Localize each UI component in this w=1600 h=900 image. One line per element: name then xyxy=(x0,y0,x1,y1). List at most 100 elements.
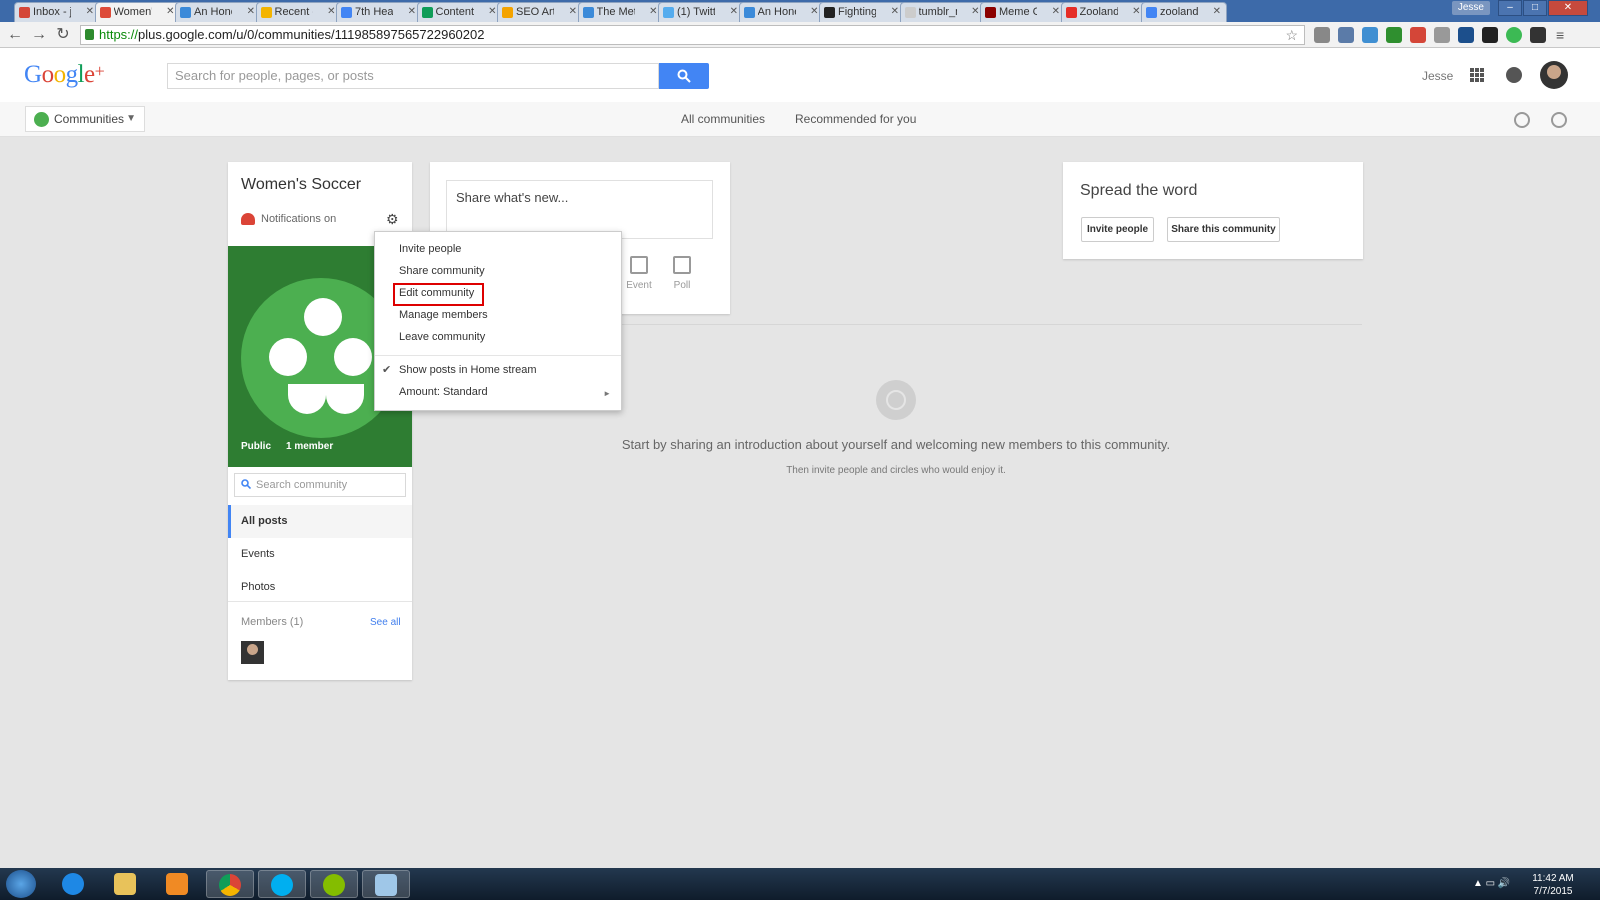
poll-tool[interactable]: Poll xyxy=(667,256,697,291)
browser-tab[interactable]: 7th Heaven ✕ xyxy=(336,2,422,22)
member-count-link[interactable]: 1 member xyxy=(286,441,333,452)
see-all-link[interactable]: See all xyxy=(370,617,401,628)
community-title: Women's Soccer xyxy=(241,176,362,193)
taskbar-spotify[interactable] xyxy=(310,870,358,898)
back-arrow-icon[interactable]: ← xyxy=(6,26,24,44)
tab-close-icon[interactable]: ✕ xyxy=(86,3,94,21)
notifications-toggle[interactable]: Notifications on xyxy=(241,213,336,225)
bell-icon xyxy=(241,213,255,225)
apps-grid-icon[interactable] xyxy=(1470,68,1484,82)
member-avatar[interactable] xyxy=(241,641,264,664)
chrome-menu-icon[interactable]: ≡ xyxy=(1556,27,1572,43)
checkmark-icon: ✔ xyxy=(382,364,392,376)
tab-favicon-icon xyxy=(1146,7,1157,18)
address-bar[interactable]: https://plus.google.com/u/0/communities/… xyxy=(80,25,1305,45)
browser-tab[interactable]: Inbox - jstr ✕ xyxy=(14,2,100,22)
tab-close-icon[interactable]: ✕ xyxy=(971,3,979,21)
create-community-icon[interactable] xyxy=(1514,112,1530,128)
taskbar-skype[interactable] xyxy=(258,870,306,898)
menu-divider xyxy=(375,355,621,356)
tab-title: Recent - Go xyxy=(274,6,313,18)
nav-events[interactable]: Events xyxy=(228,538,412,571)
menu-item-share-community[interactable]: Share community xyxy=(399,265,485,277)
minimize-button[interactable]: – xyxy=(1498,0,1522,16)
extension-link-icon[interactable] xyxy=(1362,27,1378,43)
menu-item-leave-community[interactable]: Leave community xyxy=(399,331,485,343)
extension-gmail-icon[interactable] xyxy=(1410,27,1426,43)
reload-icon[interactable]: ↻ xyxy=(54,26,72,44)
browser-tab[interactable]: The Meta R ✕ xyxy=(577,2,664,22)
taskbar-explorer[interactable] xyxy=(102,870,150,898)
extension-search-icon[interactable] xyxy=(1338,27,1354,43)
tab-close-icon[interactable]: ✕ xyxy=(408,3,416,21)
tab-close-icon[interactable]: ✕ xyxy=(569,3,577,21)
taskbar-ie[interactable] xyxy=(50,870,98,898)
tab-close-icon[interactable]: ✕ xyxy=(1213,3,1221,21)
tab-all-communities[interactable]: All communities xyxy=(681,112,765,126)
bookmark-star-icon[interactable]: ☆ xyxy=(1285,26,1298,44)
nav-all-posts[interactable]: All posts xyxy=(228,505,412,538)
tab-recommended[interactable]: Recommended for you xyxy=(795,112,916,126)
forward-arrow-icon[interactable]: → xyxy=(30,26,48,44)
tab-close-icon[interactable]: ✕ xyxy=(166,3,174,21)
share-community-button[interactable]: Share this community xyxy=(1167,217,1280,242)
username-link[interactable]: Jesse xyxy=(1422,69,1453,83)
extension-timer-icon[interactable] xyxy=(1314,27,1330,43)
extension-download-icon[interactable] xyxy=(1386,27,1402,43)
browser-tab[interactable]: (1) Twitter ✕ xyxy=(658,2,744,22)
empty-state-subtext: Then invite people and circles who would… xyxy=(786,465,1006,476)
search-input[interactable]: Search for people, pages, or posts xyxy=(167,63,659,89)
browser-tab[interactable]: SEO Article ✕ xyxy=(497,2,583,22)
browser-tab[interactable]: Content Ma ✕ xyxy=(416,2,503,22)
browser-tab[interactable]: Women's S ✕ xyxy=(94,2,181,23)
close-window-button[interactable]: ✕ xyxy=(1548,0,1588,16)
tab-close-icon[interactable]: ✕ xyxy=(810,3,818,21)
taskbar-chrome[interactable] xyxy=(206,870,254,898)
taskbar-paint[interactable] xyxy=(362,870,410,898)
gear-icon[interactable]: ⚙ xyxy=(386,212,400,226)
browser-tab[interactable]: Fighting W ✕ xyxy=(819,2,905,22)
browser-tab[interactable]: An Honest ✕ xyxy=(738,2,825,22)
system-tray[interactable]: ▲ ▭ 🔊 xyxy=(1473,878,1510,889)
notifications-bell-icon[interactable] xyxy=(1506,67,1522,83)
browser-tab[interactable]: An Honest ✕ xyxy=(175,2,261,22)
tab-close-icon[interactable]: ✕ xyxy=(891,3,899,21)
maximize-button[interactable]: □ xyxy=(1523,0,1547,16)
tab-close-icon[interactable]: ✕ xyxy=(247,3,255,21)
tab-close-icon[interactable]: ✕ xyxy=(730,3,738,21)
menu-item-amount[interactable]: Amount: Standard xyxy=(399,386,488,398)
browser-user-badge[interactable]: Jesse xyxy=(1451,1,1490,15)
extension-plus-icon[interactable] xyxy=(1506,27,1522,43)
extension-layers-icon[interactable] xyxy=(1530,27,1546,43)
communities-dropdown[interactable]: Communities ▼ xyxy=(25,106,145,132)
extension-window-icon[interactable] xyxy=(1434,27,1450,43)
pin-icon[interactable] xyxy=(1551,112,1567,128)
nav-photos[interactable]: Photos xyxy=(228,571,412,604)
menu-item-show-posts[interactable]: Show posts in Home stream xyxy=(399,364,537,376)
highlight-annotation xyxy=(393,283,484,306)
tab-title: Women's S xyxy=(113,6,152,18)
invite-people-button[interactable]: Invite people xyxy=(1081,217,1154,242)
avatar[interactable] xyxy=(1540,61,1568,89)
browser-tab[interactable]: zoolander ✕ xyxy=(1141,2,1227,22)
taskbar-media-player[interactable] xyxy=(154,870,202,898)
tab-close-icon[interactable]: ✕ xyxy=(327,3,335,21)
tab-close-icon[interactable]: ✕ xyxy=(1052,3,1060,21)
menu-item-manage-members[interactable]: Manage members xyxy=(399,309,488,321)
search-community-input[interactable]: Search community xyxy=(234,473,406,497)
taskbar-clock[interactable]: 11:42 AM 7/7/2015 xyxy=(1528,872,1578,898)
menu-item-invite-people[interactable]: Invite people xyxy=(399,243,461,255)
browser-tab[interactable]: tumblr_m8 ✕ xyxy=(899,2,986,22)
search-button[interactable] xyxy=(659,63,709,89)
tab-close-icon[interactable]: ✕ xyxy=(488,3,496,21)
extension-hundred-icon[interactable] xyxy=(1458,27,1474,43)
start-button[interactable] xyxy=(6,870,36,898)
browser-tab[interactable]: Meme Gen ✕ xyxy=(980,2,1066,22)
browser-tab[interactable]: Zoolander ✕ xyxy=(1060,2,1147,22)
tab-close-icon[interactable]: ✕ xyxy=(649,3,657,21)
tab-close-icon[interactable]: ✕ xyxy=(1132,3,1140,21)
extension-check-icon[interactable] xyxy=(1482,27,1498,43)
event-tool[interactable]: Event xyxy=(624,256,654,291)
browser-tab[interactable]: Recent - Go ✕ xyxy=(255,2,342,22)
google-plus-logo[interactable]: Google+ xyxy=(24,61,105,89)
